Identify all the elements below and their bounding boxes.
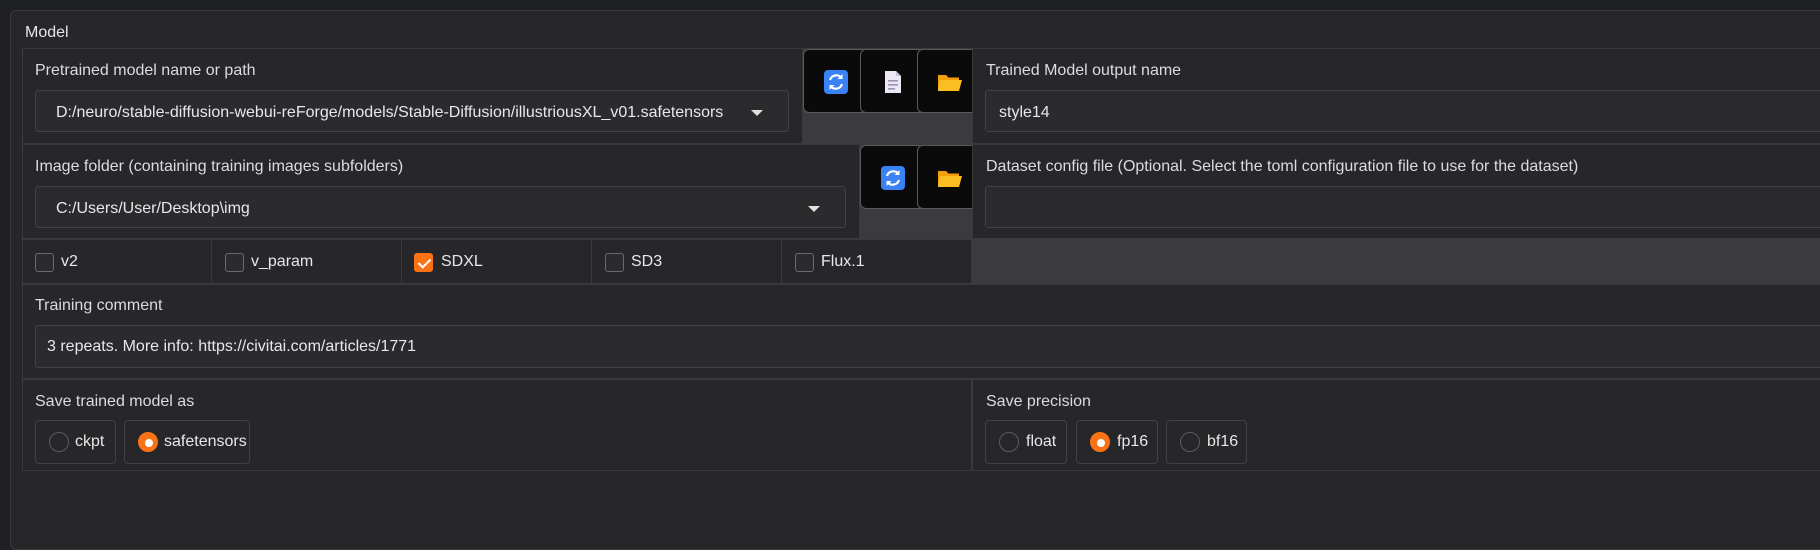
divider [591, 239, 592, 284]
v2-checkbox[interactable] [35, 253, 54, 272]
safetensors-radio-option[interactable]: safetensors [124, 420, 250, 464]
bf16-radio[interactable] [1180, 432, 1200, 452]
divider [781, 239, 782, 284]
v2-checkbox-label: v2 [61, 253, 78, 270]
sd3-checkbox[interactable] [605, 253, 624, 272]
refresh-icon [824, 70, 848, 94]
ckpt-radio[interactable] [49, 432, 69, 452]
v-param-checkbox[interactable] [225, 253, 244, 272]
checkbox-row-filler [972, 239, 1820, 284]
trained-output-value: style14 [999, 104, 1050, 121]
image-folder-label: Image folder (containing training images… [35, 158, 404, 175]
dataset-config-label: Dataset config file (Optional. Select th… [986, 158, 1579, 175]
float-radio-label: float [1026, 433, 1057, 450]
divider [401, 239, 402, 284]
fp16-radio-option[interactable]: fp16 [1076, 420, 1158, 464]
sdxl-checkbox-label: SDXL [441, 253, 483, 270]
training-comment-value: 3 repeats. More info: https://civitai.co… [47, 338, 417, 355]
safetensors-radio-label: safetensors [164, 433, 247, 450]
trained-output-label: Trained Model output name [986, 62, 1182, 79]
ckpt-radio-label: ckpt [75, 433, 105, 450]
bf16-radio-label: bf16 [1207, 433, 1239, 450]
save-model-as-label: Save trained model as [35, 393, 195, 410]
pretrained-model-value: D:/neuro/stable-diffusion-webui-reForge/… [56, 104, 724, 121]
bf16-radio-option[interactable]: bf16 [1166, 420, 1247, 464]
sd3-checkbox-label: SD3 [631, 253, 663, 270]
float-radio-option[interactable]: float [985, 420, 1067, 464]
folder-icon [938, 171, 962, 187]
dataset-config-input[interactable] [985, 186, 1820, 228]
refresh-icon [881, 166, 905, 190]
ckpt-radio-option[interactable]: ckpt [35, 420, 116, 464]
flux-checkbox-label: Flux.1 [821, 253, 865, 270]
divider [211, 239, 212, 284]
v-param-checkbox-label: v_param [251, 253, 314, 270]
document-icon [885, 71, 901, 93]
refresh-button[interactable] [860, 145, 924, 209]
safetensors-radio[interactable] [138, 432, 158, 452]
sdxl-checkbox[interactable] [414, 253, 433, 272]
fp16-radio[interactable] [1090, 432, 1110, 452]
chevron-down-icon [751, 110, 763, 116]
pretrained-model-label: Pretrained model name or path [35, 62, 256, 79]
fp16-radio-label: fp16 [1117, 433, 1149, 450]
pretrained-model-dropdown[interactable]: D:/neuro/stable-diffusion-webui-reForge/… [35, 90, 789, 132]
training-comment-input[interactable]: 3 repeats. More info: https://civitai.co… [35, 325, 1820, 368]
section-title: Model [25, 24, 69, 41]
folder-icon [938, 75, 962, 91]
image-folder-value: C:/Users/User/Desktop\img [56, 200, 250, 217]
save-precision-label: Save precision [986, 393, 1091, 410]
refresh-button[interactable] [803, 49, 867, 113]
training-comment-label: Training comment [35, 297, 163, 314]
image-folder-dropdown[interactable]: C:/Users/User/Desktop\img [35, 186, 846, 228]
open-file-button[interactable] [860, 49, 924, 113]
chevron-down-icon [808, 206, 820, 212]
flux-checkbox[interactable] [795, 253, 814, 272]
float-radio[interactable] [999, 432, 1019, 452]
trained-output-input[interactable]: style14 [985, 90, 1820, 132]
